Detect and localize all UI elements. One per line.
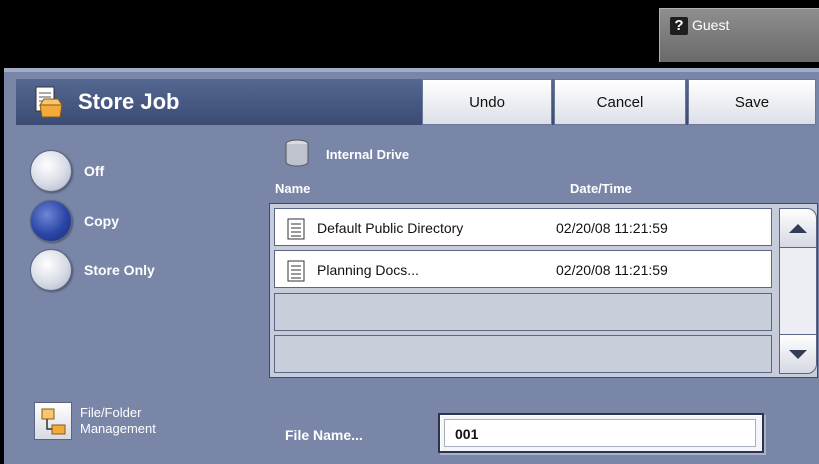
file-folder-management-button[interactable] <box>34 402 72 440</box>
scroll-up-button[interactable] <box>779 208 817 248</box>
document-icon <box>287 218 305 240</box>
list-item-empty <box>274 335 772 373</box>
radio-copy[interactable] <box>30 200 72 242</box>
file-list: Default Public Directory 02/20/08 11:21:… <box>269 203 818 378</box>
guest-button[interactable]: ? Guest <box>659 8 819 62</box>
column-header-date: Date/Time <box>570 181 632 196</box>
option-store-only[interactable]: Store Only <box>30 249 155 291</box>
list-item-empty <box>274 293 772 331</box>
drive-icon <box>285 139 309 167</box>
arrow-down-icon <box>789 349 807 359</box>
help-icon: ? <box>670 17 688 35</box>
option-off-label: Off <box>84 163 105 179</box>
radio-off[interactable] <box>30 150 72 192</box>
panel-divider <box>4 68 819 72</box>
list-item-date: 02/20/08 11:21:59 <box>556 220 668 236</box>
option-copy[interactable]: Copy <box>30 200 119 242</box>
header-bar: Store Job Undo Cancel Save <box>16 79 816 125</box>
file-name-field[interactable]: 001 <box>438 413 764 453</box>
column-header-name: Name <box>275 181 311 196</box>
store-job-panel: Store Job Undo Cancel Save Off Copy Stor… <box>4 68 819 464</box>
list-item[interactable]: Default Public Directory 02/20/08 11:21:… <box>274 208 772 246</box>
cancel-button[interactable]: Cancel <box>554 79 686 125</box>
document-icon <box>287 260 305 282</box>
radio-store-only[interactable] <box>30 249 72 291</box>
file-folder-management-label: File/Folder Management <box>80 405 156 437</box>
guest-label: Guest <box>692 17 730 33</box>
page-title: Store Job <box>78 89 180 114</box>
save-button[interactable]: Save <box>688 79 816 125</box>
drive-label: Internal Drive <box>326 147 410 162</box>
file-name-label: File Name... <box>285 427 363 443</box>
undo-button[interactable]: Undo <box>422 79 552 125</box>
file-name-value[interactable]: 001 <box>444 419 756 447</box>
list-item-date: 02/20/08 11:21:59 <box>556 262 668 278</box>
scrollbar-track[interactable] <box>779 248 817 334</box>
ffm-line2: Management <box>80 421 156 436</box>
option-store-only-label: Store Only <box>84 262 155 278</box>
list-item[interactable]: Planning Docs... 02/20/08 11:21:59 <box>274 250 772 288</box>
option-off[interactable]: Off <box>30 150 104 192</box>
store-job-icon <box>35 86 63 118</box>
list-item-name: Planning Docs... <box>317 262 419 278</box>
option-copy-label: Copy <box>84 213 119 229</box>
arrow-up-icon <box>789 223 807 233</box>
list-item-name: Default Public Directory <box>317 220 464 236</box>
ffm-line1: File/Folder <box>80 405 142 420</box>
folder-tree-icon <box>41 408 66 435</box>
scroll-down-button[interactable] <box>779 334 817 374</box>
